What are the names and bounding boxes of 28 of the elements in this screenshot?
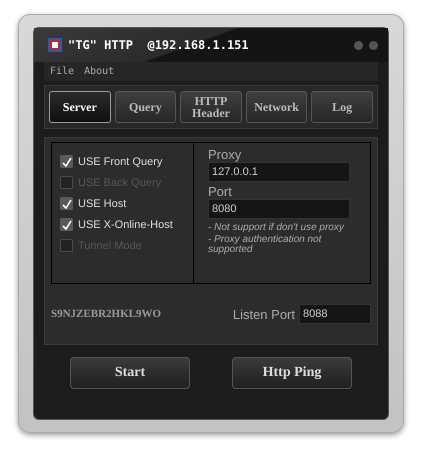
window-title: "TG" HTTP @192.168.1.151 (68, 38, 250, 52)
proxy-field[interactable]: 127.0.0.1 (208, 162, 350, 182)
checkbox-label: USE Host (78, 198, 126, 210)
action-button[interactable]: Http Ping (232, 357, 352, 389)
menu-item[interactable]: File (50, 66, 74, 77)
checkbox-label: USE X-Online-Host (78, 218, 173, 230)
note-text: - Not support if don't use proxy (208, 223, 344, 233)
checkbox[interactable] (60, 197, 73, 210)
window-control-dot[interactable] (354, 40, 363, 50)
app-icon (48, 38, 62, 52)
port-label: Port (208, 184, 232, 199)
note-text: - Proxy authentication not supported (208, 235, 323, 255)
menu-item[interactable]: About (84, 66, 114, 77)
tab[interactable]: Network (246, 91, 308, 123)
code-text: S9NJZEBR2HKL9WO (51, 308, 162, 320)
proxy-label: Proxy (208, 147, 242, 162)
tab[interactable]: Server (49, 91, 111, 123)
window-control-dot[interactable] (369, 40, 378, 50)
tab[interactable]: Log (311, 91, 373, 123)
port-field[interactable]: 8080 (208, 199, 350, 219)
listen-port-label: Listen Port (232, 306, 295, 322)
checkbox-label: USE Front Query (78, 156, 162, 168)
listen-port-field[interactable]: 8088 (299, 304, 371, 324)
checkbox[interactable] (60, 155, 73, 168)
action-button[interactable]: Start (70, 357, 190, 389)
checkbox[interactable] (60, 218, 73, 231)
tab[interactable]: HTTP Header (180, 91, 242, 123)
tab[interactable]: Query (114, 91, 176, 123)
